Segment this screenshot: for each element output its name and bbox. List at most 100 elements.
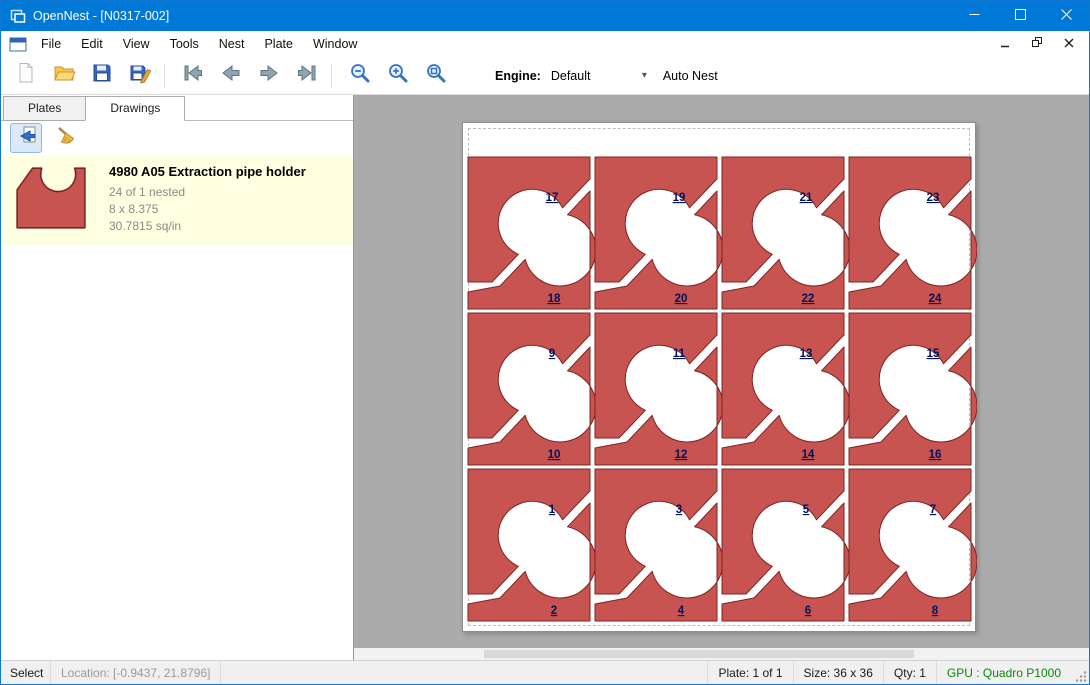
last-plate-button[interactable] <box>290 61 324 91</box>
part-number[interactable]: 5 <box>803 504 810 516</box>
maximize-button[interactable] <box>997 1 1043 31</box>
nest-pair-21-22[interactable]: 21 22 <box>722 157 850 309</box>
nested-part[interactable] <box>595 157 717 282</box>
status-mode: Select <box>1 661 51 684</box>
horizontal-scrollbar[interactable] <box>354 648 1089 660</box>
part-number[interactable]: 15 <box>927 348 940 360</box>
menu-edit[interactable]: Edit <box>71 31 113 57</box>
nest-pair-15-16[interactable]: 1516 <box>849 313 977 465</box>
part-number[interactable]: 18 <box>548 293 561 305</box>
menu-nest[interactable]: Nest <box>209 31 255 57</box>
titlebar: OpenNest - [N0317-002] <box>1 1 1089 31</box>
zoom-out-button[interactable] <box>343 61 377 91</box>
part-number[interactable]: 8 <box>932 605 939 617</box>
part-number[interactable]: 21 <box>800 192 813 204</box>
part-number[interactable]: 24 <box>929 293 942 305</box>
statusbar: Select Location: [-0.9437, 21.8796] Plat… <box>1 660 1089 684</box>
drawings-toolbar <box>1 121 353 155</box>
menu-view[interactable]: View <box>113 31 160 57</box>
nested-part[interactable] <box>468 469 590 594</box>
nest-pair-3-4[interactable]: 34 <box>595 469 723 621</box>
nest-pair-19-20[interactable]: 1920 <box>595 157 723 309</box>
menu-tools[interactable]: Tools <box>160 31 209 57</box>
menu-file[interactable]: File <box>31 31 71 57</box>
part-number[interactable]: 10 <box>548 449 561 461</box>
zoom-fit-icon <box>424 61 448 90</box>
drawing-item[interactable]: 4980 A05 Extraction pipe holder 24 of 1 … <box>1 155 353 246</box>
open-folder-icon <box>52 61 76 90</box>
drawing-nested-count: 24 of 1 nested <box>109 184 306 201</box>
close-button[interactable] <box>1043 1 1089 31</box>
nested-part[interactable] <box>849 313 971 438</box>
nest-pair-13-14[interactable]: 13 14 <box>722 313 850 465</box>
window-title: OpenNest - [N0317-002] <box>33 9 169 23</box>
mdi-restore-button[interactable] <box>1027 35 1047 53</box>
part-number[interactable]: 13 <box>800 348 813 360</box>
canvas[interactable]: 171819202122232491011121314151612345678 <box>354 95 1089 660</box>
nested-part[interactable] <box>849 469 971 594</box>
nest-pair-5-6[interactable]: 56 <box>722 469 850 621</box>
save-as-button[interactable] <box>123 61 157 91</box>
mdi-minimize-button[interactable] <box>995 35 1015 53</box>
import-drawing-button[interactable] <box>11 124 41 152</box>
engine-dropdown[interactable]: Default ▾ <box>551 69 647 83</box>
menu-window[interactable]: Window <box>303 31 367 57</box>
horizontal-scrollbar-thumb[interactable] <box>484 650 914 658</box>
part-number[interactable]: 1 <box>549 504 556 516</box>
part-number[interactable]: 7 <box>930 504 936 516</box>
part-number[interactable]: 6 <box>805 605 811 617</box>
part-number[interactable]: 20 <box>675 293 688 305</box>
nest-pair-11-12[interactable]: 11 12 <box>595 313 723 465</box>
tab-plates[interactable]: Plates <box>3 96 86 121</box>
nested-part[interactable] <box>468 157 590 282</box>
new-button[interactable] <box>9 61 43 91</box>
nested-part[interactable] <box>722 157 844 282</box>
menu-plate[interactable]: Plate <box>254 31 303 57</box>
nested-part[interactable] <box>849 157 971 282</box>
nested-part[interactable] <box>595 469 717 594</box>
nest-pair-1-2[interactable]: 12 <box>468 469 596 621</box>
zoom-in-button[interactable] <box>381 61 415 91</box>
save-edit-icon <box>128 61 152 90</box>
nest-pair-9-10[interactable]: 9 10 <box>468 313 596 465</box>
next-plate-button[interactable] <box>252 61 286 91</box>
nest-pair-23-24[interactable]: 23 24 <box>849 157 977 309</box>
part-number[interactable]: 2 <box>551 605 557 617</box>
part-number[interactable]: 19 <box>673 192 686 204</box>
drawing-thumbnail <box>11 161 91 240</box>
resize-grip[interactable] <box>1071 661 1089 684</box>
open-button[interactable] <box>47 61 81 91</box>
tab-drawings[interactable]: Drawings <box>85 96 185 121</box>
auto-nest-button[interactable]: Auto Nest <box>663 69 718 83</box>
save-button[interactable] <box>85 61 119 91</box>
part-number[interactable]: 9 <box>549 348 555 360</box>
nest-pair-7-8[interactable]: 78 <box>849 469 977 621</box>
nested-part[interactable] <box>468 313 590 438</box>
menubar: FileEditViewToolsNestPlateWindow <box>1 31 1089 57</box>
zoom-fit-button[interactable] <box>419 61 453 91</box>
window-controls <box>951 1 1089 31</box>
nested-part[interactable] <box>722 469 844 594</box>
part-number[interactable]: 23 <box>927 192 940 204</box>
drawing-size: 8 x 8.375 <box>109 201 306 218</box>
minimize-button[interactable] <box>951 1 997 31</box>
nested-part[interactable] <box>722 313 844 438</box>
part-number[interactable]: 12 <box>675 449 688 461</box>
mdi-child-icon[interactable] <box>9 37 27 52</box>
status-size: Size: 36 x 36 <box>793 661 883 684</box>
nest-pair-17-18[interactable]: 1718 <box>468 157 596 309</box>
clean-button[interactable] <box>51 124 81 152</box>
part-number[interactable]: 11 <box>673 348 686 360</box>
last-arrow-icon <box>295 61 319 90</box>
part-number[interactable]: 16 <box>929 449 942 461</box>
first-plate-button[interactable] <box>176 61 210 91</box>
nested-part[interactable] <box>595 313 717 438</box>
mdi-close-button[interactable] <box>1059 35 1079 53</box>
part-number[interactable]: 4 <box>678 605 685 617</box>
minimize-icon <box>969 7 980 25</box>
part-number[interactable]: 14 <box>802 449 815 461</box>
part-number[interactable]: 17 <box>546 192 559 204</box>
part-number[interactable]: 3 <box>676 504 682 516</box>
part-number[interactable]: 22 <box>802 293 815 305</box>
previous-plate-button[interactable] <box>214 61 248 91</box>
